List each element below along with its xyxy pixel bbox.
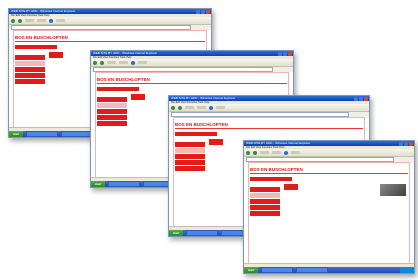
maximize-icon[interactable] [201, 9, 205, 14]
sidebar-menu [175, 142, 205, 172]
sidebar-menu [250, 187, 280, 217]
forward-icon[interactable] [18, 18, 22, 23]
main-header-box [131, 94, 145, 100]
taskbar-item[interactable] [26, 131, 58, 137]
title-divider [175, 128, 363, 129]
maximize-icon[interactable] [359, 96, 363, 101]
close-icon[interactable] [288, 51, 292, 56]
sidebar-item[interactable] [250, 205, 280, 210]
favorites-icon[interactable] [284, 150, 288, 155]
title-divider [250, 173, 408, 174]
main-header-box [209, 139, 223, 145]
sidebar-item[interactable] [15, 67, 45, 72]
toolbar-button[interactable] [25, 19, 34, 22]
toolbar [244, 149, 414, 157]
forward-icon[interactable] [100, 60, 104, 65]
sidebar-item[interactable] [97, 109, 127, 114]
sidebar-item[interactable] [250, 193, 280, 198]
minimize-icon[interactable] [196, 9, 200, 14]
site-title: BOS EN BUSCHLOPTEN [15, 35, 68, 40]
toolbar-button[interactable] [291, 151, 300, 154]
close-icon[interactable] [206, 9, 210, 14]
nav-strip[interactable] [250, 177, 292, 181]
sidebar-item[interactable] [97, 97, 127, 102]
start-button[interactable]: start [244, 267, 258, 273]
minimize-icon[interactable] [278, 51, 282, 56]
start-button[interactable]: start [9, 131, 23, 137]
sidebar-item[interactable] [250, 211, 280, 216]
title-divider [15, 41, 205, 42]
header-image [380, 184, 406, 196]
back-icon[interactable] [93, 60, 97, 65]
taskbar-item[interactable] [108, 181, 140, 187]
back-icon[interactable] [171, 105, 175, 110]
sidebar-item[interactable] [15, 55, 45, 60]
back-icon[interactable] [246, 150, 250, 155]
maximize-icon[interactable] [283, 51, 287, 56]
start-button[interactable]: start [91, 181, 105, 187]
taskbar-item[interactable] [296, 267, 328, 273]
toolbar [169, 104, 369, 112]
system-tray [400, 267, 414, 273]
toolbar [91, 59, 293, 67]
toolbar-button[interactable] [185, 106, 194, 109]
toolbar-button[interactable] [272, 151, 281, 154]
title-divider [97, 83, 287, 84]
window-controls[interactable] [354, 96, 368, 101]
toolbar-button[interactable] [197, 106, 206, 109]
toolbar-button[interactable] [56, 19, 65, 22]
sidebar-menu [97, 97, 127, 127]
favorites-icon[interactable] [131, 60, 135, 65]
sidebar-item[interactable] [250, 199, 280, 204]
nav-strip[interactable] [15, 45, 57, 49]
sidebar-item[interactable] [97, 121, 127, 126]
sidebar-item[interactable] [97, 103, 127, 108]
sidebar-item[interactable] [250, 187, 280, 192]
sidebar-item[interactable] [175, 148, 205, 153]
favorites-icon[interactable] [209, 105, 213, 110]
close-icon[interactable] [364, 96, 368, 101]
nav-strip[interactable] [97, 87, 139, 91]
sidebar-item[interactable] [175, 160, 205, 165]
sidebar-item[interactable] [15, 79, 45, 84]
favorites-icon[interactable] [49, 18, 53, 23]
sidebar-item[interactable] [175, 166, 205, 171]
taskbar-item[interactable] [261, 267, 293, 273]
window-controls[interactable] [196, 9, 210, 14]
window-controls[interactable] [399, 141, 413, 146]
toolbar-button[interactable] [37, 19, 46, 22]
taskbar: start [244, 267, 414, 273]
maximize-icon[interactable] [404, 141, 408, 146]
sidebar-item[interactable] [175, 142, 205, 147]
toolbar-button[interactable] [138, 61, 147, 64]
sidebar-item[interactable] [15, 73, 45, 78]
page-content: BOS EN BUSCHLOPTEN [244, 162, 414, 267]
toolbar-button[interactable] [119, 61, 128, 64]
sidebar-item[interactable] [175, 154, 205, 159]
sidebar-item[interactable] [97, 115, 127, 120]
toolbar-button[interactable] [216, 106, 225, 109]
toolbar-button[interactable] [107, 61, 116, 64]
main-header-box [49, 52, 63, 58]
forward-icon[interactable] [253, 150, 257, 155]
window-controls[interactable] [278, 51, 292, 56]
site-title: BOS EN BUSCHLOPTEN [250, 167, 303, 172]
sidebar-menu [15, 55, 45, 85]
main-header-box [284, 184, 298, 190]
sidebar-item[interactable] [15, 61, 45, 66]
start-button[interactable]: start [169, 230, 183, 236]
minimize-icon[interactable] [399, 141, 403, 146]
browser-window-4[interactable]: WEB SITE BY HDD - Windows Internet Explo… [243, 140, 415, 274]
nav-strip[interactable] [175, 132, 217, 136]
forward-icon[interactable] [178, 105, 182, 110]
back-icon[interactable] [11, 18, 15, 23]
site-title: BOS EN BUSCHLOPTEN [175, 122, 228, 127]
taskbar-item[interactable] [61, 131, 93, 137]
site-title: BOS EN BUSCHLOPTEN [97, 77, 150, 82]
close-icon[interactable] [409, 141, 413, 146]
toolbar-button[interactable] [260, 151, 269, 154]
toolbar [9, 17, 211, 25]
minimize-icon[interactable] [354, 96, 358, 101]
taskbar-item[interactable] [186, 230, 218, 236]
